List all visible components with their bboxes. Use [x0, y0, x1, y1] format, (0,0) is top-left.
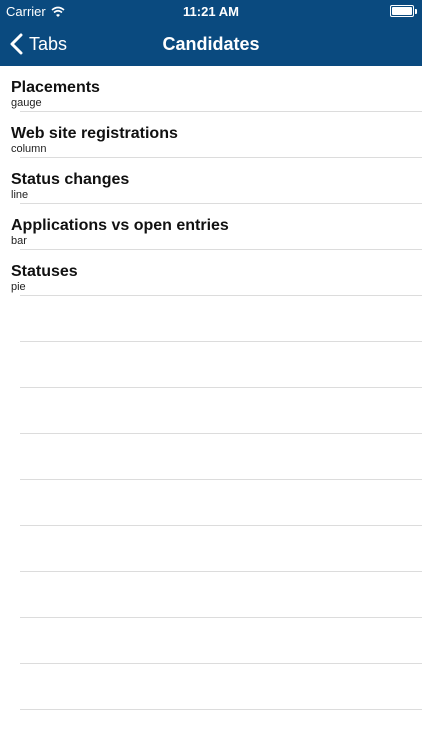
- list-item-title: Placements: [11, 79, 100, 96]
- list-item-subtitle: pie: [11, 281, 26, 293]
- list-item-title: Applications vs open entries: [11, 217, 229, 234]
- status-bar: Carrier 11:21 AM: [0, 0, 422, 22]
- navigation-bar: Candidates Tabs: [0, 22, 422, 66]
- battery-icon: [390, 5, 417, 17]
- list-item-title: Status changes: [11, 171, 130, 188]
- empty-row: [0, 296, 422, 342]
- list-item-title: Statuses: [11, 263, 78, 280]
- empty-row: [0, 526, 422, 572]
- list-item-subtitle: line: [11, 189, 29, 201]
- empty-row: [0, 434, 422, 480]
- empty-row: [0, 388, 422, 434]
- empty-row: [0, 342, 422, 388]
- list-item-subtitle: bar: [11, 235, 27, 247]
- empty-row: [0, 664, 422, 710]
- chart-list: Placements gauge Web site registrations …: [0, 66, 422, 296]
- chevron-left-icon: [10, 33, 23, 55]
- battery-level: [392, 7, 412, 15]
- app-screen: Carrier 11:21 AM Candidates Tabs Placeme…: [0, 0, 422, 750]
- empty-row: [0, 480, 422, 526]
- back-label: Tabs: [29, 33, 68, 54]
- empty-row: [0, 618, 422, 664]
- list-item-title: Web site registrations: [11, 125, 178, 142]
- empty-table-rows: [0, 296, 422, 750]
- list-item[interactable]: Status changes line: [0, 158, 422, 204]
- empty-row: [0, 572, 422, 618]
- list-item[interactable]: Web site registrations column: [0, 112, 422, 158]
- top-bar: Carrier 11:21 AM Candidates Tabs: [0, 0, 422, 66]
- clock: 11:21 AM: [183, 4, 239, 19]
- list-item-subtitle: gauge: [11, 97, 42, 109]
- list-item-subtitle: column: [11, 143, 47, 155]
- list-item[interactable]: Applications vs open entries bar: [0, 204, 422, 250]
- list-item[interactable]: Statuses pie: [0, 250, 422, 296]
- list-item[interactable]: Placements gauge: [0, 66, 422, 112]
- back-button[interactable]: Tabs: [10, 22, 67, 66]
- empty-row: [0, 710, 422, 750]
